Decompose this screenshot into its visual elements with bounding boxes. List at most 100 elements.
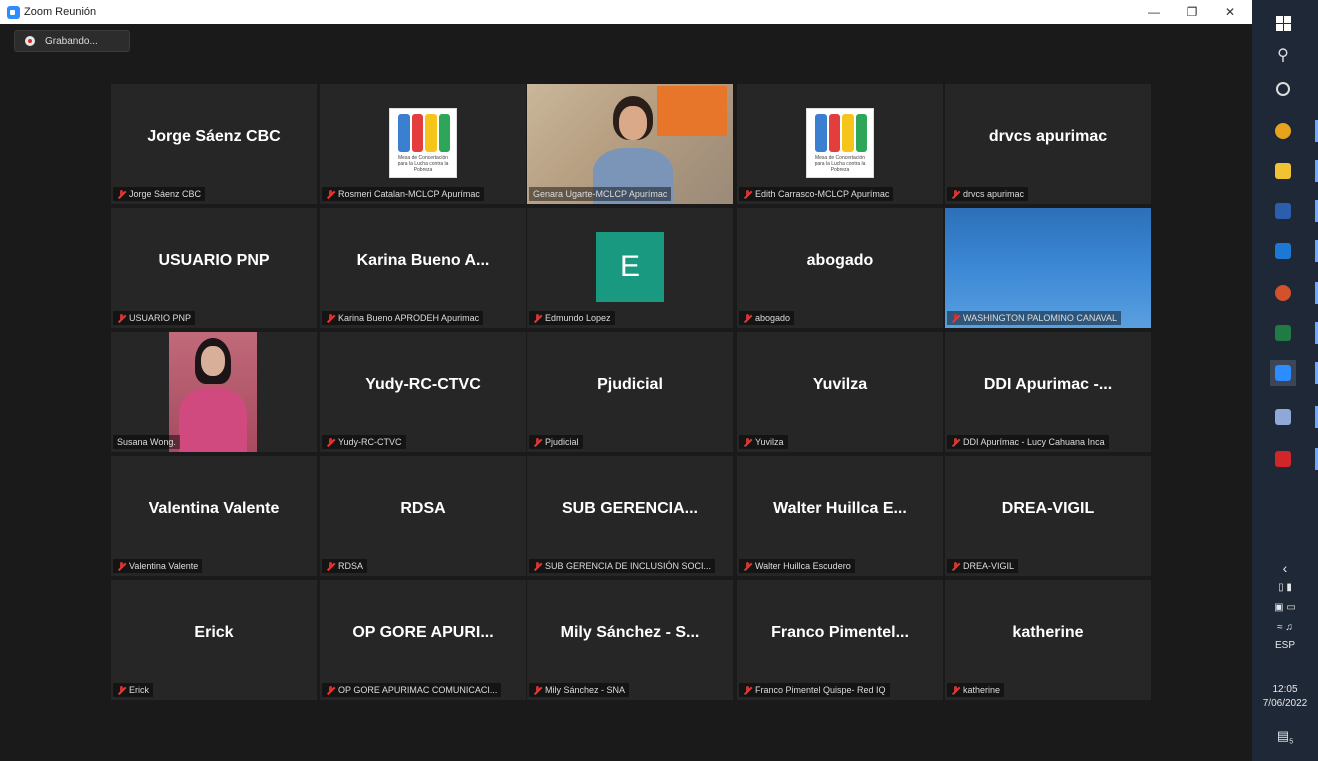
participant-tile[interactable]: drvcs apurimac drvcs apurimac	[945, 84, 1151, 204]
participant-label: Valentina Valente	[113, 559, 203, 573]
participant-tile[interactable]: WASHINGTON PALOMINO CANAVAL	[945, 208, 1151, 328]
windows-taskbar: ESP 12:05 7/06/2022 ▤5 ‹ ▯ ▮ ▣ ▭ ≈ ♫ ⚲	[1252, 0, 1318, 761]
participant-full-name: Yuvilza	[755, 437, 784, 447]
participant-label: Genara Ugarte-MCLCP Apurímac	[529, 187, 672, 201]
muted-mic-icon	[533, 313, 542, 323]
participant-label: Pjudicial	[529, 435, 583, 449]
participant-tile[interactable]: Karina Bueno A... Karina Bueno APRODEH Ap…	[320, 208, 526, 328]
participant-tile[interactable]: Pjudicial Pjudicial	[527, 332, 733, 452]
notification-count: 5	[1289, 738, 1294, 746]
participant-display-name: Mily Sánchez - S...	[560, 624, 700, 641]
muted-mic-icon	[117, 189, 126, 199]
language-indicator[interactable]: ESP	[1252, 640, 1318, 651]
participant-label: Jorge Sáenz CBC	[113, 187, 206, 201]
participant-logo: Mesa de Concertación para la Lucha contra…	[806, 108, 874, 178]
system-tray-icons[interactable]: ▯ ▮	[1252, 582, 1318, 593]
outlook-icon[interactable]	[1270, 238, 1296, 264]
participant-full-name: Pjudicial	[545, 437, 579, 447]
participant-video	[169, 332, 257, 452]
participant-full-name: DDI Apurímac - Lucy Cahuana Inca	[963, 437, 1105, 447]
muted-mic-icon	[743, 685, 752, 695]
powerpoint-icon[interactable]	[1270, 280, 1296, 306]
window-title: Zoom Reunión	[24, 6, 97, 18]
muted-mic-icon	[326, 437, 335, 447]
system-tray-icons-2[interactable]: ▣ ▭	[1252, 602, 1318, 613]
participant-label: Franco Pimentel Quispe- Red IQ	[739, 683, 890, 697]
participant-label: abogado	[739, 311, 795, 325]
participant-label: Rosmeri Catalan-MCLCP Apurímac	[322, 187, 484, 201]
show-hidden-icons-icon[interactable]: ‹	[1252, 560, 1318, 576]
participant-full-name: Yudy-RC-CTVC	[338, 437, 402, 447]
participant-full-name: Edmundo Lopez	[545, 313, 611, 323]
participant-display-name: DDI Apurimac -...	[983, 376, 1113, 393]
paint-icon[interactable]	[1270, 404, 1296, 430]
participant-video	[527, 84, 733, 204]
participant-tile[interactable]: Yuvilza Yuvilza	[737, 332, 943, 452]
logo-line2: para la Lucha contra la Pobreza	[397, 161, 449, 173]
minimize-button[interactable]: —	[1136, 0, 1172, 24]
participant-avatar: E	[596, 232, 664, 302]
participant-display-name: DREA-VIGIL	[1001, 500, 1095, 517]
cortana-icon[interactable]	[1270, 76, 1296, 102]
restore-button[interactable]: ❐	[1174, 0, 1210, 24]
participant-tile[interactable]: katherine katherine	[945, 580, 1151, 700]
participant-display-name: RDSA	[400, 500, 446, 517]
zoom-icon[interactable]	[1270, 360, 1296, 386]
muted-mic-icon	[533, 685, 542, 695]
muted-mic-icon	[326, 313, 335, 323]
notification-center-icon[interactable]: ▤5	[1252, 728, 1318, 746]
participant-tile[interactable]: Franco Pimentel... Franco Pimentel Quispe…	[737, 580, 943, 700]
participant-tile[interactable]: Jorge Sáenz CBC Jorge Sáenz CBC	[111, 84, 317, 204]
recording-indicator[interactable]: Grabando...	[14, 30, 130, 52]
muted-mic-icon	[326, 561, 335, 571]
clock-date[interactable]: 7/06/2022	[1252, 698, 1318, 709]
windows-icon[interactable]	[1270, 10, 1296, 36]
word-icon[interactable]	[1270, 198, 1296, 224]
participant-full-name: katherine	[963, 685, 1001, 695]
participant-tile[interactable]: Valentina Valente Valentina Valente	[111, 456, 317, 576]
participant-label: DREA-VIGIL	[947, 559, 1019, 573]
muted-mic-icon	[743, 437, 752, 447]
participant-logo: Mesa de Concertación para la Lucha contra…	[389, 108, 457, 178]
excel-icon[interactable]	[1270, 320, 1296, 346]
participant-tile[interactable]: USUARIO PNP USUARIO PNP	[111, 208, 317, 328]
participant-tile[interactable]: abogado abogado	[737, 208, 943, 328]
participant-tile[interactable]: Mesa de Concertación para la Lucha contra…	[320, 84, 526, 204]
participant-label: WASHINGTON PALOMINO CANAVAL	[947, 311, 1122, 325]
participant-label: Susana Wong.	[113, 435, 180, 449]
participant-tile[interactable]: SUB GERENCIA... SUB GERENCIA DE INCLUSIÓN…	[527, 456, 733, 576]
logo-line2: para la Lucha contra la Pobreza	[814, 161, 866, 173]
zoom-window: Zoom Reunión — ❐ ✕ Grabando... Jorge Sáe…	[0, 0, 1252, 761]
participant-full-name: SUB GERENCIA DE INCLUSIÓN SOCI...	[545, 561, 712, 571]
participant-tile[interactable]: Mily Sánchez - S... Mily Sánchez - SNA	[527, 580, 733, 700]
muted-mic-icon	[533, 437, 542, 447]
close-button[interactable]: ✕	[1212, 0, 1248, 24]
participant-tile[interactable]: OP GORE APURI... OP GORE APURIMAC COMUNIC…	[320, 580, 526, 700]
acrobat-icon[interactable]	[1270, 446, 1296, 472]
participant-tile[interactable]: DDI Apurimac -... DDI Apurímac - Lucy Cah…	[945, 332, 1151, 452]
participant-label: DDI Apurímac - Lucy Cahuana Inca	[947, 435, 1109, 449]
participant-tile[interactable]: RDSA RDSA	[320, 456, 526, 576]
participant-tile[interactable]: Yudy-RC-CTVC Yudy-RC-CTVC	[320, 332, 526, 452]
participant-tile[interactable]: Mesa de Concertación para la Lucha contra…	[737, 84, 943, 204]
participant-label: Yuvilza	[739, 435, 788, 449]
participant-full-name: Genara Ugarte-MCLCP Apurímac	[533, 189, 668, 199]
participant-tile[interactable]: Susana Wong.	[111, 332, 317, 452]
participant-display-name: SUB GERENCIA...	[561, 500, 698, 517]
participant-full-name: Jorge Sáenz CBC	[129, 189, 202, 199]
participant-tile[interactable]: DREA-VIGIL DREA-VIGIL	[945, 456, 1151, 576]
clock-time[interactable]: 12:05	[1252, 684, 1318, 695]
participant-label: Edith Carrasco-MCLCP Apurímac	[739, 187, 894, 201]
participant-tile[interactable]: E Edmundo Lopez	[527, 208, 733, 328]
participant-display-name: Walter Huillca E...	[773, 500, 907, 517]
participant-full-name: Susana Wong.	[117, 437, 176, 447]
chrome-icon[interactable]	[1270, 118, 1296, 144]
participant-display-name: Franco Pimentel...	[771, 624, 909, 641]
participant-tile[interactable]: Genara Ugarte-MCLCP Apurímac	[527, 84, 733, 204]
participant-display-name: OP GORE APURI...	[352, 624, 494, 641]
file-explorer-icon[interactable]	[1270, 158, 1296, 184]
network-volume-icons[interactable]: ≈ ♫	[1252, 622, 1318, 633]
participant-tile[interactable]: Erick Erick	[111, 580, 317, 700]
participant-tile[interactable]: Walter Huillca E... Walter Huillca Escude…	[737, 456, 943, 576]
search-icon[interactable]: ⚲	[1270, 42, 1296, 68]
